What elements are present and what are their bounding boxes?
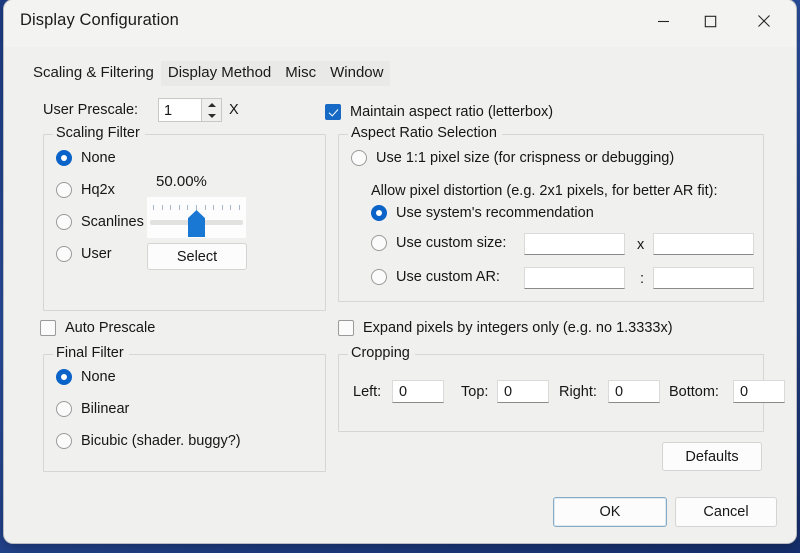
radio-final-bicubic[interactable]: Bicubic (shader. buggy?) (56, 433, 241, 449)
radio-dot-icon (371, 205, 387, 221)
expand-integers-label: Expand pixels by integers only (e.g. no … (363, 320, 673, 336)
radio-dot-icon (371, 235, 387, 251)
scaling-filter-title: Scaling Filter (53, 125, 145, 141)
maintain-aspect-checkbox[interactable]: Maintain aspect ratio (letterbox) (325, 104, 553, 120)
radio-custom-ar[interactable]: Use custom AR: (371, 269, 500, 285)
radio-dot-icon (56, 182, 72, 198)
ok-button[interactable]: OK (553, 497, 667, 527)
crop-top-input[interactable]: 0 (497, 380, 549, 403)
maximize-icon (704, 15, 717, 33)
aspect-ratio-group: Aspect Ratio Selection Use 1:1 pixel siz… (338, 134, 764, 302)
custom-ar-numerator-input[interactable] (524, 267, 625, 289)
crop-top-label: Top: (461, 384, 488, 400)
window-title: Display Configuration (20, 11, 179, 30)
radio-label: Bilinear (81, 401, 129, 417)
cancel-button[interactable]: Cancel (675, 497, 777, 527)
custom-ar-denominator-input[interactable] (653, 267, 754, 289)
radio-label: Use 1:1 pixel size (for crispness or deb… (376, 150, 674, 166)
radio-dot-icon (351, 150, 367, 166)
radio-label: None (81, 150, 116, 166)
tab-misc[interactable]: Misc (278, 61, 323, 86)
custom-ar-separator: : (640, 271, 644, 287)
minimize-icon (657, 15, 670, 33)
scaling-slider-value-label: 50.00% (156, 173, 207, 190)
radio-scaling-none[interactable]: None (56, 150, 116, 166)
aspect-ratio-title: Aspect Ratio Selection (348, 125, 502, 141)
radio-one-to-one-pixel[interactable]: Use 1:1 pixel size (for crispness or deb… (351, 150, 674, 166)
display-configuration-window: Display Configuration Scaling & Filterin… (4, 0, 796, 543)
crop-right-label: Right: (559, 384, 597, 400)
crop-bottom-label: Bottom: (669, 384, 719, 400)
radio-label: User (81, 246, 112, 262)
close-button[interactable] (740, 0, 787, 47)
tab-display-method[interactable]: Display Method (161, 61, 278, 86)
checkbox-box-icon (338, 320, 354, 336)
user-prescale-increment[interactable] (202, 99, 221, 110)
close-icon (757, 14, 771, 33)
pixel-distortion-note: Allow pixel distortion (e.g. 2x1 pixels,… (371, 183, 718, 199)
radio-dot-icon (56, 150, 72, 166)
slider-ticks (153, 205, 240, 210)
radio-label: Use system's recommendation (396, 205, 594, 221)
radio-scaling-hq2x[interactable]: Hq2x (56, 182, 115, 198)
radio-scaling-scanlines[interactable]: Scanlines (56, 214, 144, 230)
crop-bottom-input[interactable]: 0 (733, 380, 785, 403)
custom-size-height-input[interactable] (653, 233, 754, 255)
radio-label: Use custom size: (396, 235, 506, 251)
user-prescale-label: User Prescale: (43, 102, 138, 118)
auto-prescale-checkbox[interactable]: Auto Prescale (40, 320, 155, 336)
minimize-button[interactable] (640, 0, 687, 47)
tab-scaling-filtering[interactable]: Scaling & Filtering (26, 61, 161, 86)
final-filter-title: Final Filter (53, 345, 129, 361)
radio-label: Use custom AR: (396, 269, 500, 285)
tab-panel-scaling-filtering: User Prescale: 1 X Scaling Filter None H… (16, 86, 784, 482)
expand-integers-checkbox[interactable]: Expand pixels by integers only (e.g. no … (338, 320, 673, 336)
custom-size-width-input[interactable] (524, 233, 625, 255)
radio-label: Scanlines (81, 214, 144, 230)
radio-dot-icon (371, 269, 387, 285)
checkbox-box-icon (40, 320, 56, 336)
defaults-button[interactable]: Defaults (662, 442, 762, 471)
auto-prescale-label: Auto Prescale (65, 320, 155, 336)
slider-thumb[interactable] (188, 210, 205, 237)
radio-dot-icon (56, 369, 72, 385)
checkbox-box-icon (325, 104, 341, 120)
user-prescale-spin-buttons (201, 99, 221, 121)
radio-dot-icon (56, 246, 72, 262)
radio-final-bilinear[interactable]: Bilinear (56, 401, 129, 417)
radio-label: Bicubic (shader. buggy?) (81, 433, 241, 449)
crop-right-input[interactable]: 0 (608, 380, 660, 403)
final-filter-group: Final Filter None Bilinear Bicubic (shad… (43, 354, 326, 472)
radio-dot-icon (56, 214, 72, 230)
crop-left-label: Left: (353, 384, 381, 400)
cropping-group: Cropping Left: 0 Top: 0 Right: 0 Bottom:… (338, 354, 764, 432)
maintain-aspect-label: Maintain aspect ratio (letterbox) (350, 104, 553, 120)
radio-label: None (81, 369, 116, 385)
radio-custom-size[interactable]: Use custom size: (371, 235, 506, 251)
radio-dot-icon (56, 433, 72, 449)
radio-dot-icon (56, 401, 72, 417)
cropping-title: Cropping (348, 345, 415, 361)
tab-window[interactable]: Window (323, 61, 390, 86)
scaling-slider[interactable] (147, 197, 246, 238)
custom-size-separator: x (637, 237, 644, 253)
dialog-footer: OK Cancel (4, 482, 796, 543)
maximize-button[interactable] (687, 0, 734, 47)
radio-label: Hq2x (81, 182, 115, 198)
select-button[interactable]: Select (147, 243, 247, 270)
title-bar: Display Configuration (4, 0, 796, 47)
user-prescale-decrement[interactable] (202, 110, 221, 121)
radio-system-recommendation[interactable]: Use system's recommendation (371, 205, 594, 221)
user-prescale-stepper[interactable]: 1 (158, 98, 222, 122)
scaling-filter-group: Scaling Filter None Hq2x Scanlines User … (43, 134, 326, 311)
user-prescale-value[interactable]: 1 (159, 99, 201, 121)
radio-final-none[interactable]: None (56, 369, 116, 385)
tab-strip: Scaling & Filtering Display Method Misc … (26, 56, 390, 86)
radio-scaling-user[interactable]: User (56, 246, 112, 262)
crop-left-input[interactable]: 0 (392, 380, 444, 403)
user-prescale-suffix: X (229, 102, 239, 118)
